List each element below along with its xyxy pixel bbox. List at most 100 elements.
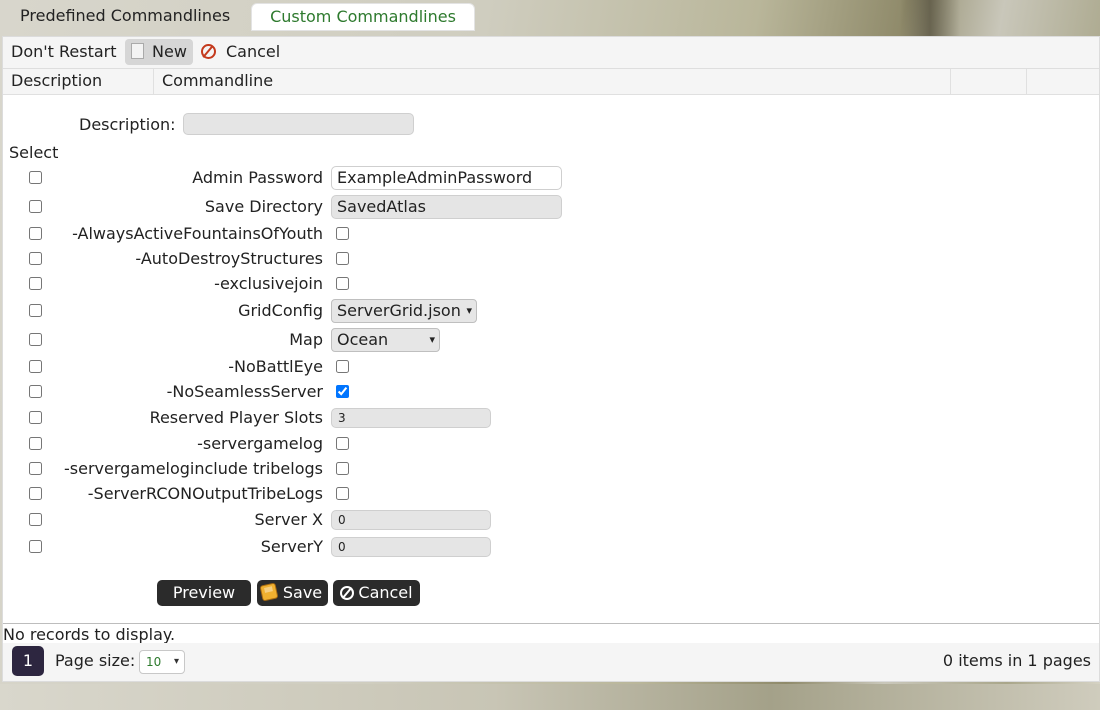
pager: 1 Page size: 10 ▾ 0 items in 1 pages <box>3 643 1099 681</box>
option-label: Admin Password <box>192 168 323 187</box>
option-label: -NoSeamlessServer <box>166 382 323 401</box>
row-servergamelog-include-tribelogs: -servergameloginclude tribelogs <box>3 456 1099 482</box>
option-checkbox[interactable] <box>336 385 349 398</box>
preview-button[interactable]: Preview <box>157 580 251 606</box>
page-size-dropdown[interactable]: 10 ▾ <box>139 650 185 674</box>
document-icon <box>131 43 144 59</box>
toolbar-cancel-label: Cancel <box>226 42 281 61</box>
select-checkbox[interactable] <box>29 304 42 317</box>
server-y-input[interactable]: 0 <box>331 537 491 557</box>
admin-password-input[interactable]: ExampleAdminPassword <box>331 166 562 190</box>
dropdown-value: ServerGrid.json <box>337 301 461 320</box>
column-header-actions <box>951 69 1027 94</box>
option-checkbox[interactable] <box>336 462 349 475</box>
grid-header: Description Commandline <box>3 69 1099 95</box>
description-label: Description: <box>79 115 176 134</box>
select-checkbox[interactable] <box>29 227 42 240</box>
page-size-value: 10 <box>146 655 162 669</box>
save-button[interactable]: Save <box>257 580 328 606</box>
row-auto-destroy-structures: -AutoDestroyStructures <box>3 246 1099 272</box>
chevron-down-icon: ▾ <box>429 333 435 346</box>
commandline-panel: Don't Restart New Cancel Description Com… <box>2 36 1100 682</box>
save-label: Save <box>282 583 323 602</box>
page-size-label: Page size: <box>55 651 136 670</box>
row-exclusivejoin: -exclusivejoin <box>3 271 1099 297</box>
form-cancel-label: Cancel <box>358 583 413 602</box>
new-button[interactable]: New <box>125 39 193 65</box>
chevron-down-icon: ▾ <box>466 304 472 317</box>
select-checkbox[interactable] <box>29 333 42 346</box>
select-checkbox[interactable] <box>29 411 42 424</box>
select-checkbox[interactable] <box>29 200 42 213</box>
server-x-input[interactable]: 0 <box>331 510 491 530</box>
option-label: Reserved Player Slots <box>149 408 323 427</box>
select-checkbox[interactable] <box>29 487 42 500</box>
row-always-active-fountains: -AlwaysActiveFountainsOfYouth <box>3 221 1099 247</box>
dont-restart-button[interactable]: Don't Restart <box>11 39 117 65</box>
cancel-icon <box>340 586 354 600</box>
chevron-down-icon: ▾ <box>173 656 179 667</box>
no-records-message: No records to display. <box>3 625 176 644</box>
select-checkbox[interactable] <box>29 360 42 373</box>
row-no-seamless-server: -NoSeamlessServer <box>3 379 1099 405</box>
row-server-rcon-output-tribe-logs: -ServerRCONOutputTribeLogs <box>3 481 1099 507</box>
option-label: -NoBattlEye <box>228 357 323 376</box>
row-save-directory: Save Directory SavedAtlas <box>3 194 1099 220</box>
row-reserved-player-slots: Reserved Player Slots 3 <box>3 405 1099 431</box>
row-admin-password: Admin Password ExampleAdminPassword <box>3 165 1099 191</box>
select-checkbox[interactable] <box>29 437 42 450</box>
row-grid-config: GridConfig ServerGrid.json ▾ <box>3 298 1099 324</box>
option-label: Server X <box>254 510 323 529</box>
tab-strip: Predefined Commandlines Custom Commandli… <box>0 0 1100 36</box>
column-header-description[interactable]: Description <box>3 69 154 94</box>
row-map: Map Ocean ▾ <box>3 327 1099 353</box>
page-button-current[interactable]: 1 <box>12 646 44 676</box>
option-label: Map <box>289 330 323 349</box>
toolbar-cancel-button[interactable]: Cancel <box>201 39 280 65</box>
option-label: GridConfig <box>238 301 323 320</box>
items-info: 0 items in 1 pages <box>942 651 1091 670</box>
option-checkbox[interactable] <box>336 252 349 265</box>
form-cancel-button[interactable]: Cancel <box>333 580 420 606</box>
option-checkbox[interactable] <box>336 227 349 240</box>
select-checkbox[interactable] <box>29 252 42 265</box>
select-checkbox[interactable] <box>29 385 42 398</box>
row-server-x: Server X 0 <box>3 507 1099 533</box>
option-checkbox[interactable] <box>336 277 349 290</box>
divider <box>3 623 1099 624</box>
row-servergamelog: -servergamelog <box>3 431 1099 457</box>
cancel-icon <box>201 44 216 59</box>
save-directory-input[interactable]: SavedAtlas <box>331 195 562 219</box>
select-checkbox[interactable] <box>29 171 42 184</box>
option-label: -exclusivejoin <box>214 274 323 293</box>
select-checkbox[interactable] <box>29 462 42 475</box>
dropdown-value: Ocean <box>337 330 389 349</box>
tab-custom-commandlines[interactable]: Custom Commandlines <box>251 3 475 31</box>
select-checkbox[interactable] <box>29 540 42 553</box>
map-dropdown[interactable]: Ocean ▾ <box>331 328 440 352</box>
background-strip <box>0 684 1100 710</box>
option-label: -AutoDestroyStructures <box>135 249 323 268</box>
toolbar: Don't Restart New Cancel <box>3 37 1099 69</box>
select-checkbox[interactable] <box>29 513 42 526</box>
option-checkbox[interactable] <box>336 360 349 373</box>
option-checkbox[interactable] <box>336 437 349 450</box>
row-server-y: ServerY 0 <box>3 534 1099 560</box>
option-label: -servergameloginclude tribelogs <box>64 459 323 478</box>
option-label: ServerY <box>260 537 323 556</box>
column-header-commandline[interactable]: Commandline <box>154 69 951 94</box>
select-checkbox[interactable] <box>29 277 42 290</box>
new-label: New <box>152 42 187 61</box>
option-checkbox[interactable] <box>336 487 349 500</box>
option-label: -ServerRCONOutputTribeLogs <box>87 484 323 503</box>
select-column-label: Select <box>9 143 59 162</box>
row-no-battleye: -NoBattlEye <box>3 354 1099 380</box>
option-label: -AlwaysActiveFountainsOfYouth <box>72 224 323 243</box>
tab-predefined-commandlines[interactable]: Predefined Commandlines <box>10 3 240 31</box>
save-icon <box>259 582 279 602</box>
reserved-player-slots-input[interactable]: 3 <box>331 408 491 428</box>
description-input[interactable] <box>183 113 414 135</box>
grid-config-dropdown[interactable]: ServerGrid.json ▾ <box>331 299 477 323</box>
option-label: -servergamelog <box>197 434 323 453</box>
option-label: Save Directory <box>204 197 323 216</box>
